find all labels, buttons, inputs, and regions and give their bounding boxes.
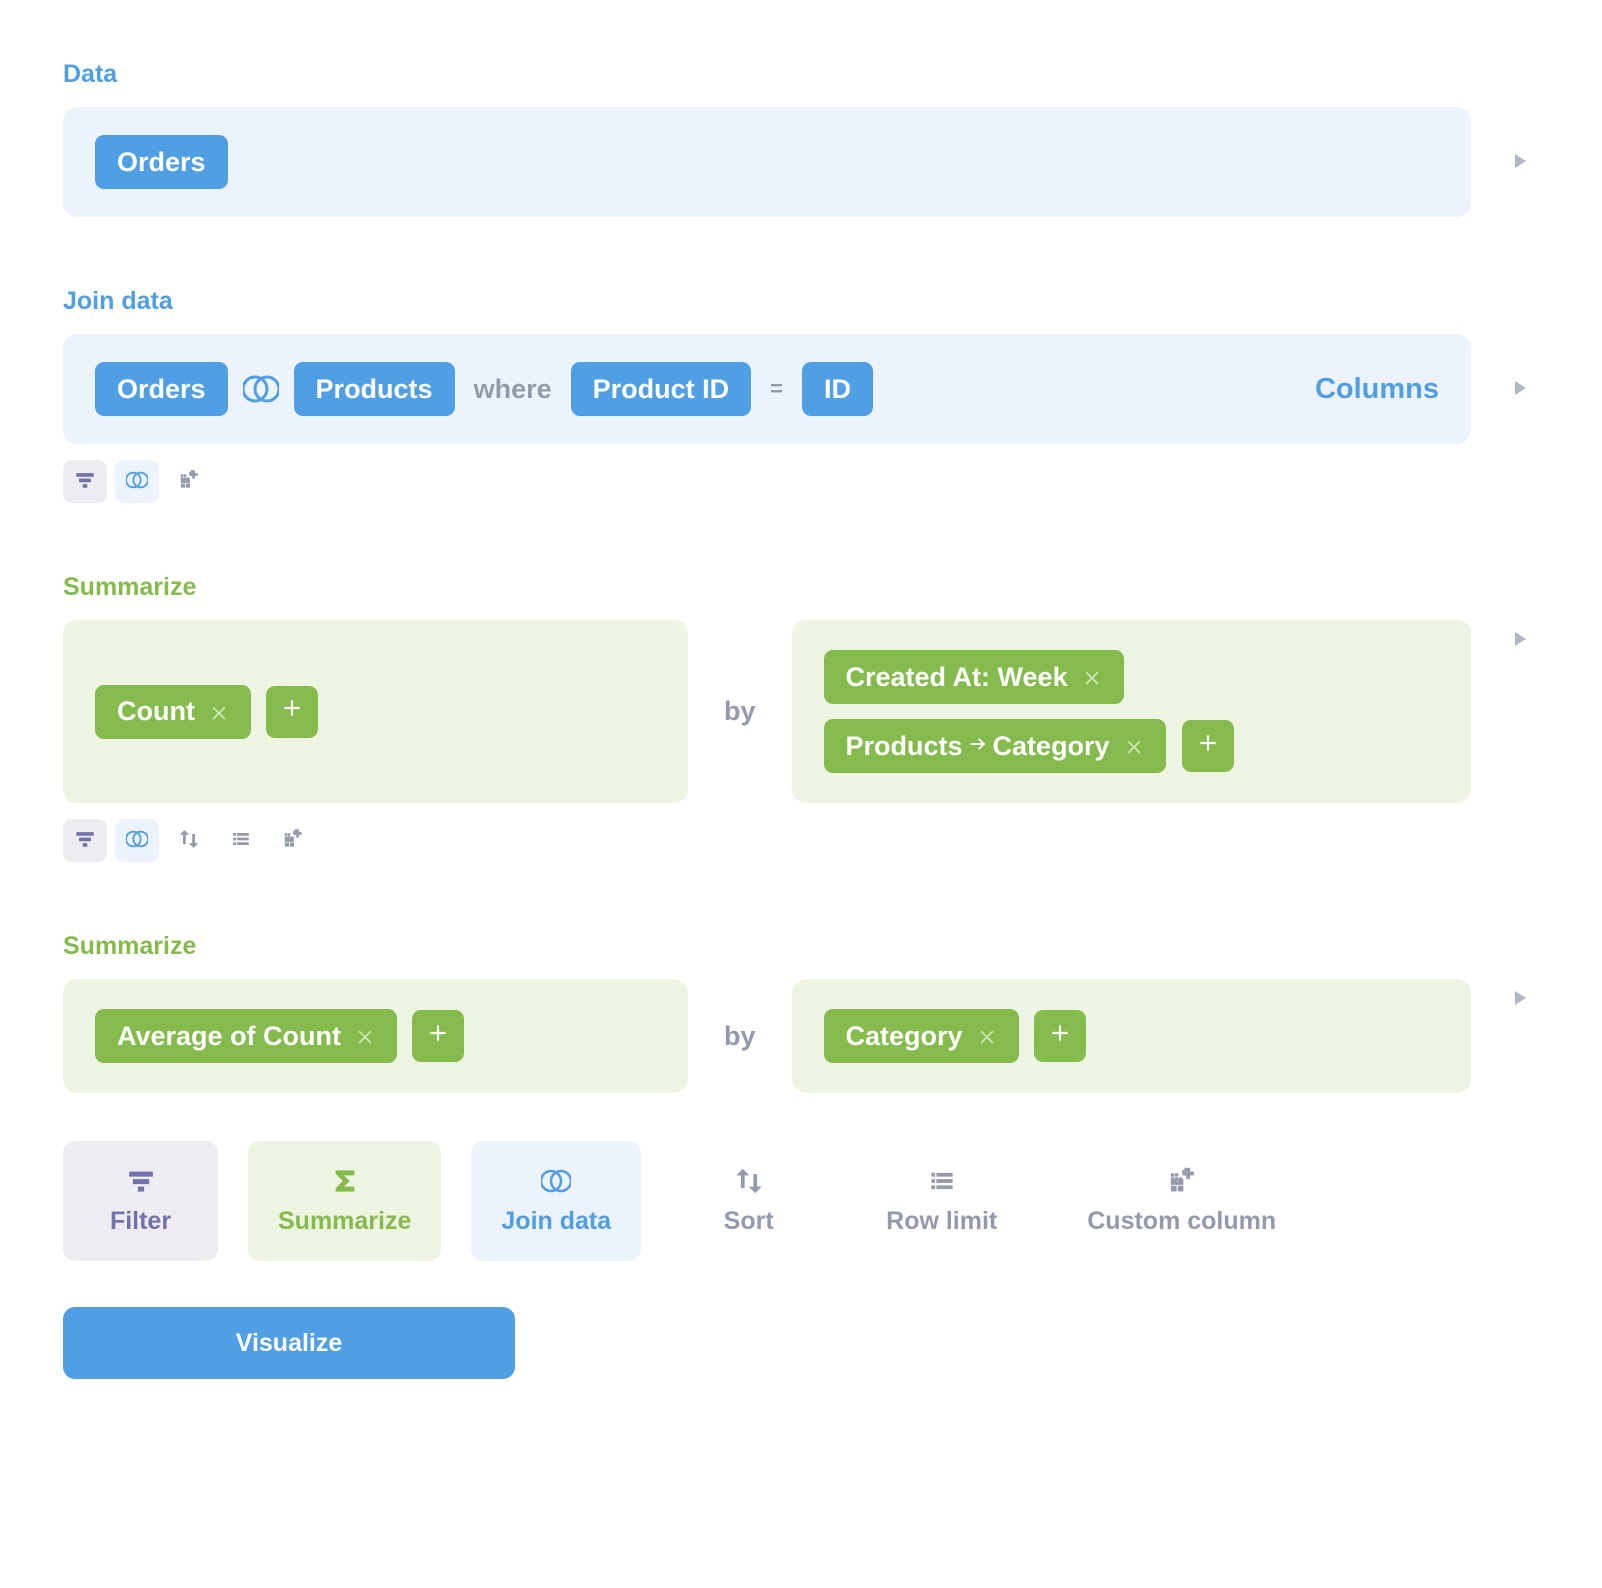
custom-column-button[interactable]	[271, 819, 315, 862]
group-products-category-chip[interactable]: Products → Category ProductsCategory	[824, 719, 1166, 773]
join-button[interactable]	[115, 460, 159, 503]
group-label: Category	[846, 1021, 963, 1052]
section-label-data: Data	[63, 60, 1539, 89]
big-sort-button[interactable]: Sort	[671, 1141, 826, 1261]
play-icon	[1507, 986, 1531, 1013]
close-icon[interactable]	[355, 1026, 375, 1046]
join-left-table-chip[interactable]: Orders	[95, 362, 228, 416]
join-panel: Orders Products where Product ID = ID Co…	[63, 334, 1471, 444]
add-agg-button[interactable]	[266, 686, 318, 738]
big-custom-column-button[interactable]: Custom column	[1057, 1141, 1306, 1261]
row-limit-button[interactable]	[219, 819, 263, 862]
agg-avg-count-chip[interactable]: Average of Count	[95, 1009, 397, 1063]
join-condition-right-chip[interactable]: ID	[802, 362, 873, 416]
custom-column-icon	[282, 828, 304, 853]
filter-button[interactable]	[63, 819, 107, 862]
join-columns-button[interactable]: Columns	[1315, 373, 1439, 406]
play-icon	[1507, 376, 1531, 403]
summarize1-agg-panel: Count	[63, 620, 688, 803]
list-icon	[230, 828, 252, 853]
filter-icon	[74, 828, 96, 853]
by-keyword: by	[720, 620, 760, 803]
filter-button[interactable]	[63, 460, 107, 503]
group-label: Products → Category ProductsCategory	[846, 731, 1110, 762]
sigma-icon	[330, 1167, 360, 1195]
group-category-chip[interactable]: Category	[824, 1009, 1019, 1063]
expand-summarize2-button[interactable]	[1499, 979, 1539, 1019]
filter-icon	[74, 469, 96, 494]
join-icon	[126, 828, 148, 853]
grid-plus-icon	[1167, 1167, 1197, 1195]
close-icon[interactable]	[209, 702, 229, 722]
sort-icon	[734, 1167, 764, 1195]
join-condition-left-chip[interactable]: Product ID	[571, 362, 752, 416]
big-join-button[interactable]: Join data	[471, 1141, 641, 1261]
equals-label: =	[770, 376, 783, 402]
by-keyword: by	[720, 979, 760, 1093]
big-rowlimit-button[interactable]: Row limit	[856, 1141, 1027, 1261]
expand-summarize1-button[interactable]	[1499, 620, 1539, 660]
step-toolbar: Filter Summarize Join data Sort Row limi…	[63, 1141, 1539, 1261]
custom-column-button[interactable]	[167, 460, 211, 503]
join-mini-toolbar	[63, 460, 1539, 503]
add-group-button[interactable]	[1182, 720, 1234, 772]
close-icon[interactable]	[1124, 736, 1144, 756]
plus-icon	[1195, 730, 1221, 763]
sort-button[interactable]	[167, 819, 211, 862]
filter-icon	[126, 1167, 156, 1195]
where-keyword: where	[474, 374, 552, 405]
plus-icon	[425, 1020, 451, 1053]
data-panel: Orders	[63, 107, 1471, 217]
play-icon	[1507, 149, 1531, 176]
big-filter-button[interactable]: Filter	[63, 1141, 218, 1261]
visualize-button[interactable]: Visualize	[63, 1307, 515, 1379]
agg-count-chip[interactable]: Count	[95, 685, 251, 739]
join-icon	[126, 469, 148, 494]
close-icon[interactable]	[1082, 667, 1102, 687]
data-table-chip[interactable]: Orders	[95, 135, 228, 189]
list-icon	[927, 1167, 957, 1195]
arrow-right-icon	[967, 733, 989, 755]
custom-column-icon	[178, 469, 200, 494]
join-type-icon[interactable]	[243, 371, 279, 407]
group-label: Created At: Week	[846, 662, 1068, 693]
add-group-button[interactable]	[1034, 1010, 1086, 1062]
section-label-summarize-2: Summarize	[63, 932, 1539, 961]
expand-join-button[interactable]	[1499, 369, 1539, 409]
section-label-summarize-1: Summarize	[63, 573, 1539, 602]
play-icon	[1507, 627, 1531, 654]
sort-icon	[178, 828, 200, 853]
join-right-table-chip[interactable]: Products	[294, 362, 455, 416]
summarize1-mini-toolbar	[63, 819, 1539, 862]
plus-icon	[1047, 1020, 1073, 1053]
add-agg-button[interactable]	[412, 1010, 464, 1062]
close-icon[interactable]	[977, 1026, 997, 1046]
summarize2-group-panel: Category	[792, 979, 1471, 1093]
section-label-join: Join data	[63, 287, 1539, 316]
data-table-label: Orders	[117, 147, 206, 178]
plus-icon	[279, 695, 305, 728]
group-created-at-chip[interactable]: Created At: Week	[824, 650, 1124, 704]
agg-label: Count	[117, 696, 195, 727]
join-icon	[541, 1167, 571, 1195]
join-button[interactable]	[115, 819, 159, 862]
summarize2-agg-panel: Average of Count	[63, 979, 688, 1093]
summarize1-group-panel: Created At: Week Products → Category Pro…	[792, 620, 1471, 803]
big-summarize-button[interactable]: Summarize	[248, 1141, 441, 1261]
expand-data-button[interactable]	[1499, 142, 1539, 182]
agg-label: Average of Count	[117, 1021, 341, 1052]
